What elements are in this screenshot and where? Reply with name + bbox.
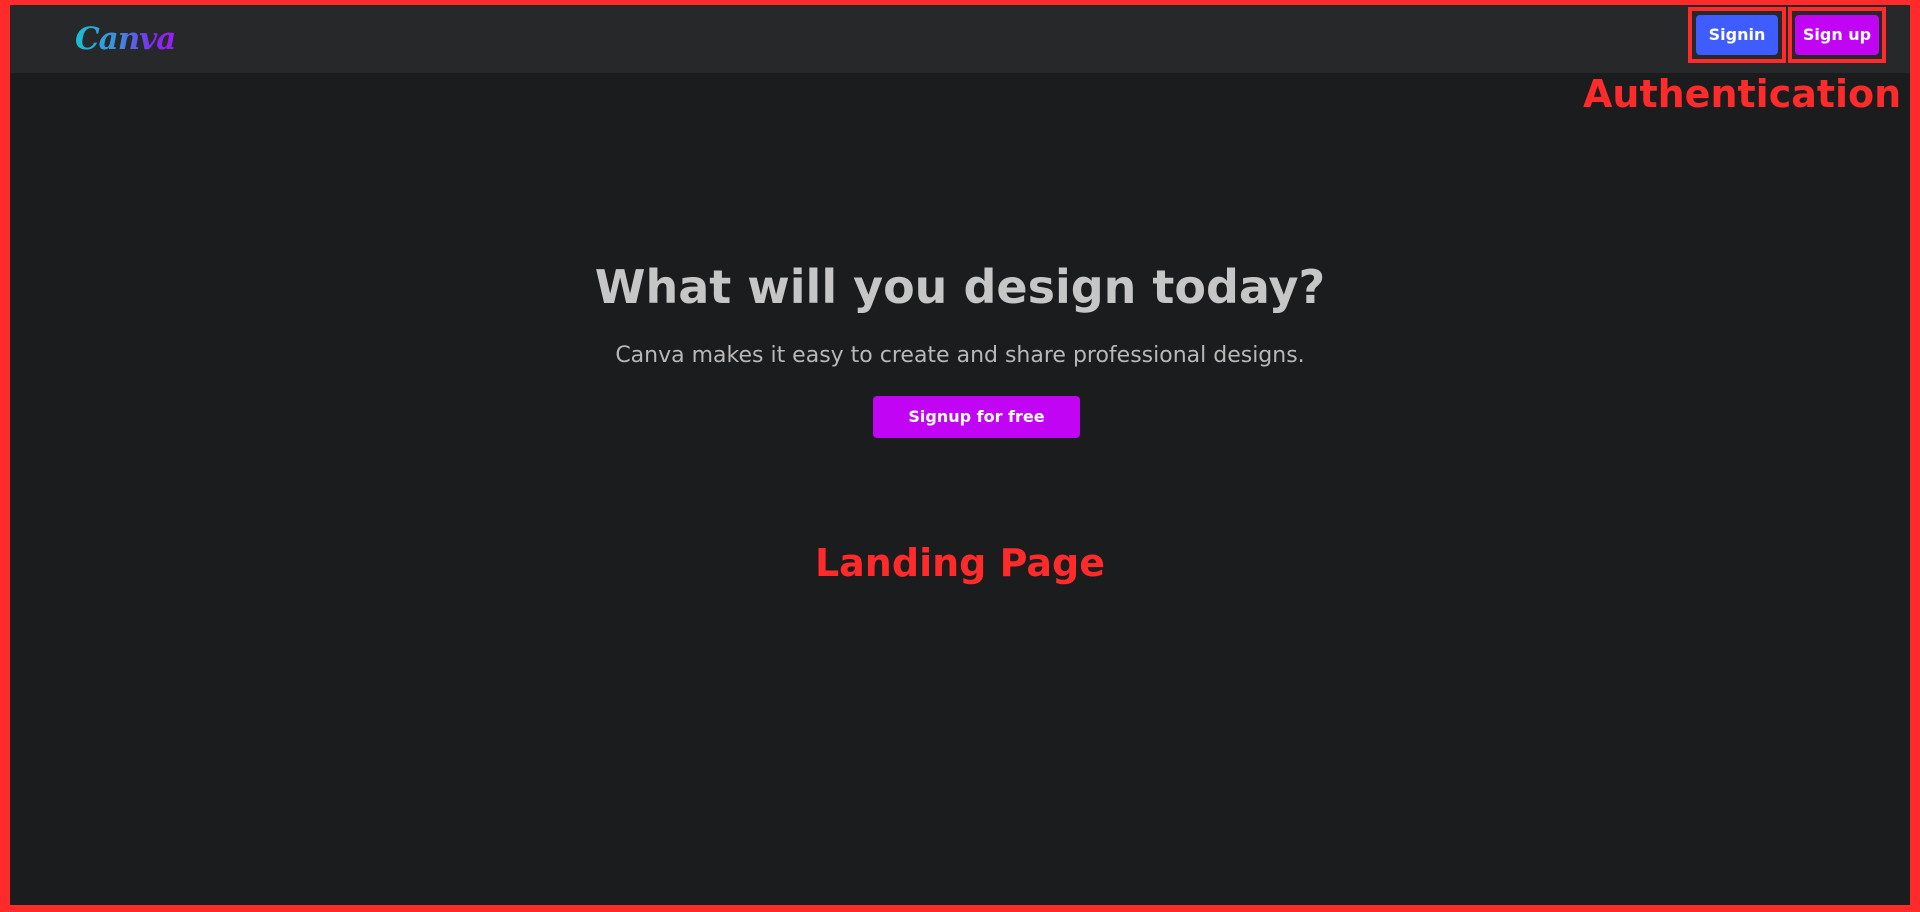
authentication-annotation: Authentication <box>1583 72 1902 116</box>
hero-subtitle: Canva makes it easy to create and share … <box>615 343 1305 368</box>
signup-for-free-button[interactable]: Signup for free <box>873 396 1080 438</box>
canva-logo[interactable]: Canva <box>75 13 176 65</box>
top-navbar: Canva Signin Sign up <box>10 5 1910 73</box>
hero-title: What will you design today? <box>594 260 1326 314</box>
signup-button[interactable]: Sign up <box>1795 15 1879 55</box>
signin-button[interactable]: Signin <box>1696 15 1778 55</box>
landing-page-annotation: Landing Page <box>814 541 1106 585</box>
app-frame: Canva Signin Sign up Authentication What… <box>10 5 1910 905</box>
